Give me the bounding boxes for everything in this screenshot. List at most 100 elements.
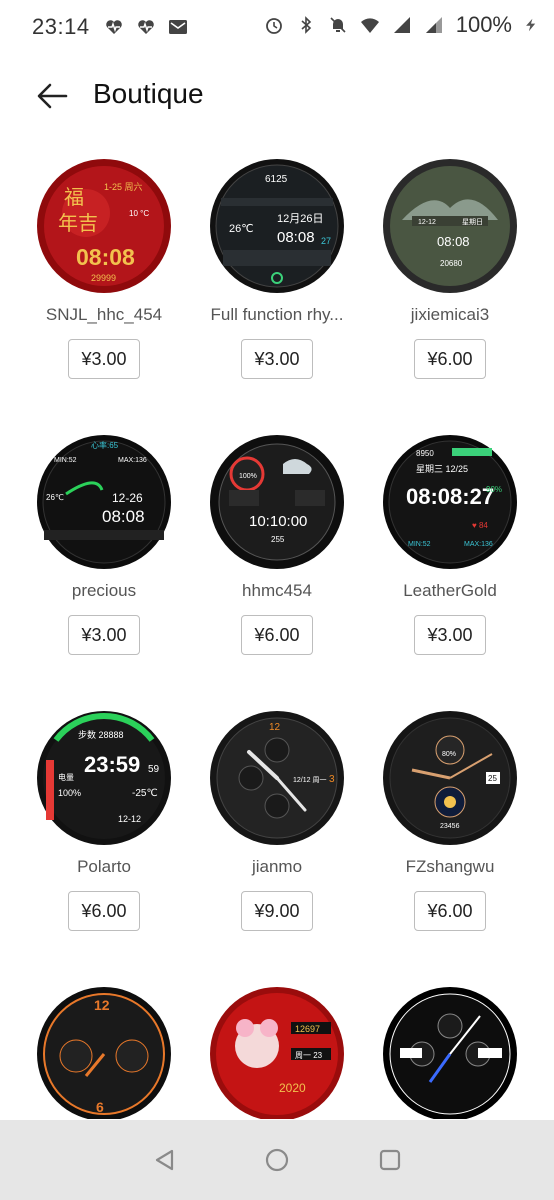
svg-text:心率:65: 心率:65 [91, 440, 119, 450]
watchface-item[interactable]: 12 6 [18, 986, 190, 1119]
svg-text:23:59: 23:59 [84, 752, 140, 777]
status-bar: 23:14 100% [0, 0, 554, 56]
svg-text:MAX:136: MAX:136 [118, 457, 147, 464]
svg-text:12697: 12697 [295, 1024, 320, 1034]
watchface-thumbnail[interactable]: 步数 28888 23:59 59 电量 100% -25℃ 12-12 [36, 710, 172, 846]
watchface-grid[interactable]: 福 年吉 1-25 周六 10 °C 08:08 29999 SNJL_hhc_… [0, 158, 554, 1119]
watchface-item[interactable]: 80% 25 23456 FZshangwu ¥6.00 [364, 710, 536, 950]
svg-text:1-25 周六: 1-25 周六 [104, 181, 143, 192]
svg-text:20680: 20680 [440, 259, 463, 268]
svg-text:MIN:52: MIN:52 [54, 457, 77, 464]
signal-icon [393, 17, 410, 33]
svg-text:步数 28888: 步数 28888 [78, 729, 124, 740]
watchface-thumbnail[interactable]: 100% 10:10:00 255 [209, 434, 345, 570]
back-arrow-icon[interactable] [32, 76, 72, 116]
home-circle-icon[interactable] [263, 1146, 291, 1174]
charging-icon [526, 18, 536, 32]
watchface-item[interactable]: 12-12 星期日 08:08 20680 jixiemicai3 ¥6.00 [364, 158, 536, 398]
svg-text:12-26: 12-26 [112, 491, 143, 505]
svg-text:26℃: 26℃ [229, 223, 254, 235]
watchface-thumbnail[interactable]: 心率:65 MIN:52 MAX:136 26℃ 12-26 08:08 [36, 434, 172, 570]
svg-text:-25℃: -25℃ [132, 788, 158, 799]
watchface-item[interactable]: 100% 10:10:00 255 hhmc454 ¥6.00 [191, 434, 363, 674]
svg-text:100%: 100% [58, 788, 81, 798]
watchface-name: Polarto [77, 857, 131, 876]
watchface-item[interactable] [364, 986, 536, 1119]
svg-text:年吉: 年吉 [58, 211, 98, 235]
svg-text:26℃: 26℃ [46, 493, 64, 502]
recents-square-icon[interactable] [376, 1146, 404, 1174]
watchface-name: Full function rhy... [210, 305, 344, 324]
status-time: 23:14 [32, 14, 90, 39]
price-button[interactable]: ¥3.00 [241, 339, 313, 379]
svg-text:12: 12 [94, 997, 110, 1013]
svg-text:8950: 8950 [416, 449, 434, 458]
battery-percent: 100% [455, 12, 512, 37]
svg-text:电量: 电量 [58, 772, 74, 782]
svg-text:12-12: 12-12 [418, 219, 436, 226]
svg-text:12: 12 [269, 722, 281, 733]
svg-text:08:08: 08:08 [277, 229, 315, 246]
gmail-icon [169, 20, 187, 34]
svg-text:90%: 90% [486, 485, 502, 494]
svg-text:12/12 周一: 12/12 周一 [293, 776, 326, 784]
watchface-thumbnail[interactable] [382, 986, 518, 1119]
page-title: Boutique [93, 78, 204, 109]
watchface-thumbnail[interactable]: 12 3 12/12 周一 [209, 710, 345, 846]
svg-text:255: 255 [271, 535, 285, 544]
svg-text:♥ 84: ♥ 84 [472, 521, 488, 530]
svg-text:2020: 2020 [279, 1081, 306, 1095]
wifi-icon [360, 18, 379, 33]
svg-text:周一 23: 周一 23 [295, 1051, 323, 1060]
price-button[interactable]: ¥9.00 [241, 891, 313, 931]
watchface-thumbnail[interactable]: 12 6 [36, 986, 172, 1119]
watchface-item[interactable]: 8950 星期三 12/25 08:08:27 90% ♥ 84 MIN:52 … [364, 434, 536, 674]
svg-text:12月26日: 12月26日 [277, 213, 323, 225]
watchface-name: jianmo [251, 857, 303, 876]
watchface-thumbnail[interactable]: 12-12 星期日 08:08 20680 [382, 158, 518, 294]
watchface-thumbnail[interactable]: 80% 25 23456 [382, 710, 518, 846]
svg-text:12-12: 12-12 [118, 814, 141, 824]
svg-text:星期三 12/25: 星期三 12/25 [416, 464, 468, 474]
watchface-item[interactable]: 12 3 12/12 周一 jianmo ¥9.00 [191, 710, 363, 950]
svg-text:MAX:136: MAX:136 [464, 541, 493, 548]
signal-icon [425, 17, 442, 33]
watchface-thumbnail[interactable]: 8950 星期三 12/25 08:08:27 90% ♥ 84 MIN:52 … [382, 434, 518, 570]
svg-text:MIN:52: MIN:52 [408, 541, 431, 548]
watchface-item[interactable]: 步数 28888 23:59 59 电量 100% -25℃ 12-12 Pol… [18, 710, 190, 950]
watchface-thumbnail[interactable]: 12697 周一 23 2020 [209, 986, 345, 1119]
svg-text:08:08: 08:08 [437, 234, 470, 249]
svg-text:福: 福 [64, 185, 84, 209]
price-button[interactable]: ¥6.00 [68, 891, 140, 931]
back-triangle-icon[interactable] [151, 1146, 179, 1174]
heart-rate-icon [106, 20, 122, 34]
svg-text:6: 6 [96, 1099, 104, 1115]
system-nav-bar [0, 1120, 554, 1200]
svg-text:08:08: 08:08 [76, 244, 135, 270]
svg-text:10 °C: 10 °C [129, 209, 149, 218]
price-button[interactable]: ¥6.00 [241, 615, 313, 655]
price-button[interactable]: ¥3.00 [68, 339, 140, 379]
price-button[interactable]: ¥6.00 [414, 891, 486, 931]
price-button[interactable]: ¥3.00 [68, 615, 140, 655]
bell-off-icon [330, 17, 346, 33]
watchface-item[interactable]: 心率:65 MIN:52 MAX:136 26℃ 12-26 08:08 pre… [18, 434, 190, 674]
watchface-thumbnail[interactable]: 福 年吉 1-25 周六 10 °C 08:08 29999 [36, 158, 172, 294]
svg-text:100%: 100% [239, 473, 257, 480]
svg-text:3: 3 [329, 774, 335, 785]
watchface-item[interactable]: 6125 12月26日 26℃ 08:08 27 Full function r… [191, 158, 363, 398]
svg-text:10:10:00: 10:10:00 [249, 513, 307, 530]
watchface-name: SNJL_hhc_454 [45, 305, 163, 324]
watchface-item[interactable]: 福 年吉 1-25 周六 10 °C 08:08 29999 SNJL_hhc_… [18, 158, 190, 398]
svg-text:6125: 6125 [265, 174, 288, 185]
svg-text:23456: 23456 [440, 823, 460, 830]
header: Boutique [0, 64, 554, 128]
watchface-item[interactable]: 12697 周一 23 2020 [191, 986, 363, 1119]
price-button[interactable]: ¥3.00 [414, 615, 486, 655]
watchface-name: jixiemicai3 [410, 305, 490, 324]
watchface-name: LeatherGold [403, 581, 497, 600]
svg-text:08:08:27: 08:08:27 [406, 484, 494, 509]
watchface-thumbnail[interactable]: 6125 12月26日 26℃ 08:08 27 [209, 158, 345, 294]
svg-text:29999: 29999 [91, 273, 116, 283]
price-button[interactable]: ¥6.00 [414, 339, 486, 379]
